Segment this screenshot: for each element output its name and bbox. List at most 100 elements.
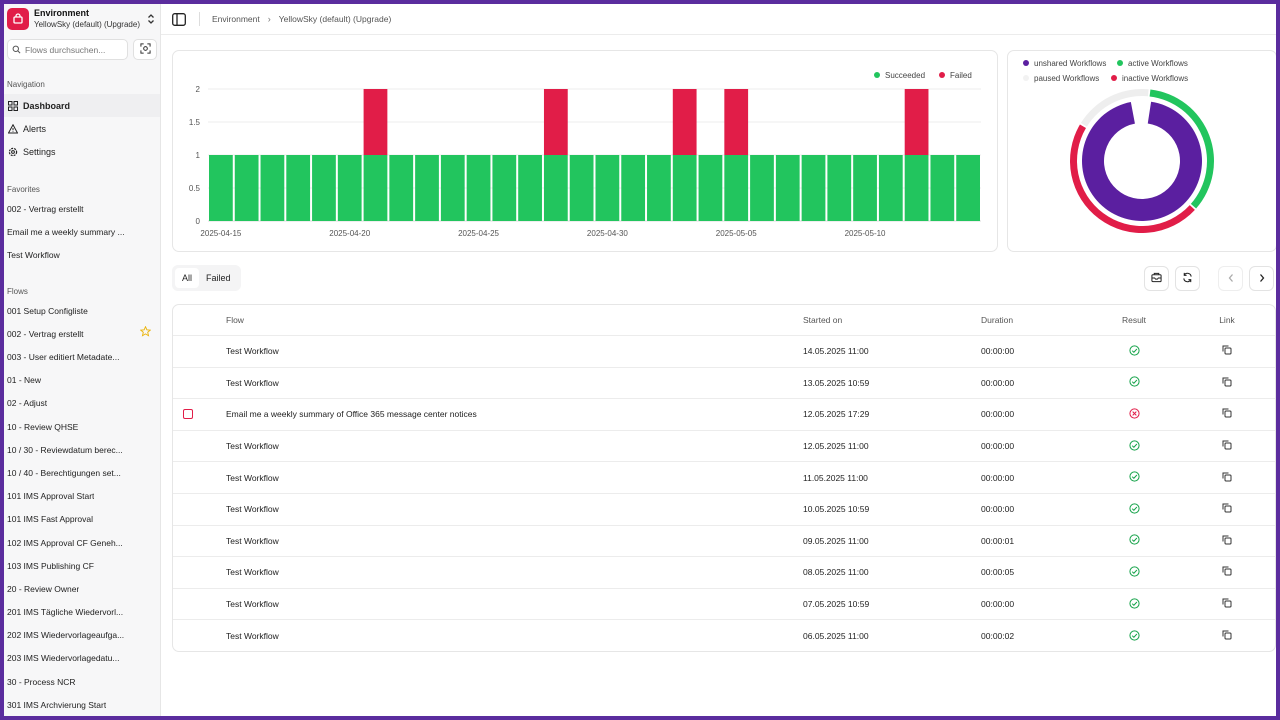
row-duration: 00:00:00 <box>981 472 1015 483</box>
flow-item[interactable]: 201 IMS Tägliche Wiedervorl... <box>4 601 160 624</box>
scan-button[interactable] <box>133 39 157 60</box>
copy-link-icon[interactable] <box>1215 345 1239 357</box>
bar-failed <box>672 89 697 155</box>
refresh-button[interactable] <box>1175 266 1200 291</box>
flow-item[interactable]: 10 - Review QHSE <box>4 416 160 439</box>
copy-link-icon[interactable] <box>1215 630 1239 642</box>
breadcrumb-root[interactable]: Environment <box>212 14 260 24</box>
x-tick-label: 2025-04-30 <box>587 229 628 238</box>
copy-link-icon[interactable] <box>1215 535 1239 547</box>
row-flow-name[interactable]: Test Workflow <box>226 567 279 577</box>
bar-failed <box>904 89 929 155</box>
nav-item-settings[interactable]: Settings <box>4 140 160 163</box>
column-header-duration[interactable]: Duration <box>981 315 1013 325</box>
copy-link-icon[interactable] <box>1215 566 1239 578</box>
row-started-on: 10.05.2025 10:59 <box>803 504 870 515</box>
flow-item[interactable]: 001 Setup Configliste <box>4 300 160 323</box>
workflow-donut-chart-card: unshared Workflows active Workflows paused… <box>1007 50 1276 252</box>
flow-item[interactable]: 202 IMS Wiedervorlageaufga... <box>4 624 160 647</box>
table-row[interactable]: Test Workflow 12.05.2025 11:00 00:00:00 <box>173 431 1275 463</box>
inbox-button[interactable] <box>1144 266 1169 291</box>
copy-link-icon[interactable] <box>1215 408 1239 420</box>
topbar: Environment › YellowSky (default) (Upgra… <box>161 4 1276 35</box>
favorite-item[interactable]: 002 - Vertrag erstellt <box>4 198 160 221</box>
search-input[interactable] <box>25 44 120 55</box>
table-row[interactable]: Test Workflow 11.05.2025 11:00 00:00:00 <box>173 462 1275 494</box>
divider <box>199 12 200 26</box>
flow-item[interactable]: 02 - Adjust <box>4 392 160 415</box>
favorite-item[interactable]: Test Workflow <box>4 244 160 267</box>
search-field[interactable] <box>7 39 128 60</box>
tab-all[interactable]: All <box>175 268 200 288</box>
row-duration: 00:00:00 <box>981 441 1015 452</box>
row-flow-name[interactable]: Test Workflow <box>226 599 279 609</box>
x-tick-label: 2025-05-05 <box>716 229 757 238</box>
flow-item[interactable]: 103 IMS Publishing CF <box>4 555 160 578</box>
next-page-button[interactable] <box>1249 266 1274 291</box>
nav-item-label: Dashboard <box>23 100 71 111</box>
bar-succeeded <box>698 155 723 221</box>
workflow-donut-chart: unshared Workflows active Workflows paused… <box>1023 59 1214 234</box>
sidebar-toggle-icon[interactable] <box>171 11 187 27</box>
row-flow-name[interactable]: Test Workflow <box>226 536 279 546</box>
flow-item[interactable]: 003 - User editiert Metadate... <box>4 346 160 369</box>
bar-succeeded <box>260 155 285 221</box>
dashboard-icon <box>7 100 19 112</box>
column-header-flow[interactable]: Flow <box>226 315 244 325</box>
favorite-item[interactable]: Email me a weekly summary ... <box>4 221 160 244</box>
flow-item[interactable]: 30 - Process NCR <box>4 671 160 694</box>
x-tick-label: 2025-05-10 <box>845 229 886 238</box>
row-flow-name[interactable]: Test Workflow <box>226 631 279 641</box>
row-flow-name[interactable]: Test Workflow <box>226 378 279 388</box>
flow-item[interactable]: 101 IMS Approval Start <box>4 485 160 508</box>
row-checkbox[interactable] <box>183 409 195 420</box>
y-tick-label: 2 <box>196 85 201 94</box>
row-flow-name[interactable]: Test Workflow <box>226 504 279 514</box>
nav-item-alerts[interactable]: Alerts <box>4 117 160 140</box>
flow-item[interactable]: 01 - New <box>4 369 160 392</box>
flow-item[interactable]: 10 / 30 - Reviewdatum berec... <box>4 439 160 462</box>
runs-bar-chart: 0 0.5 1 1.5 2 2025-04-15 2025-04-20 2025-04-25 2… <box>189 71 981 238</box>
table-row[interactable]: Test Workflow 07.05.2025 10:59 00:00:00 <box>173 589 1275 621</box>
legend-inactive-label: inactive Workflows <box>1122 74 1188 83</box>
row-flow-name[interactable]: Email me a weekly summary of Office 365 … <box>226 409 477 419</box>
star-icon[interactable] <box>139 323 152 346</box>
table-row[interactable]: Test Workflow 14.05.2025 11:00 00:00:00 <box>173 336 1275 368</box>
nav-item-dashboard[interactable]: Dashboard <box>4 94 160 117</box>
flow-item[interactable]: 301 IMS Archvierung Start <box>4 694 160 716</box>
table-row[interactable]: Test Workflow 13.05.2025 10:59 00:00:00 <box>173 368 1275 400</box>
chevron-up-down-icon[interactable] <box>146 12 156 26</box>
flow-item[interactable]: 002 - Vertrag erstellt <box>4 323 160 346</box>
flow-item[interactable]: 102 IMS Approval CF Geneh... <box>4 531 160 554</box>
column-header-result[interactable]: Result <box>1121 315 1147 325</box>
copy-link-icon[interactable] <box>1215 503 1239 515</box>
bar-succeeded <box>827 155 852 221</box>
row-flow-name[interactable]: Test Workflow <box>226 441 279 451</box>
flow-item[interactable]: 203 IMS Wiedervorlagedatu... <box>4 647 160 670</box>
row-duration: 00:00:00 <box>981 409 1015 420</box>
table-row[interactable]: Test Workflow 09.05.2025 11:00 00:00:01 <box>173 526 1275 558</box>
x-tick-label: 2025-04-20 <box>329 229 370 238</box>
flow-item[interactable]: 101 IMS Fast Approval <box>4 508 160 531</box>
row-flow-name[interactable]: Test Workflow <box>226 473 279 483</box>
table-row[interactable]: Test Workflow 06.05.2025 11:00 00:00:02 <box>173 620 1275 652</box>
table-row[interactable]: Email me a weekly summary of Office 365 … <box>173 399 1275 431</box>
legend-active-label: active Workflows <box>1128 59 1188 68</box>
flow-item[interactable]: 10 / 40 - Berechtigungen set... <box>4 462 160 485</box>
tab-failed[interactable]: Failed <box>199 268 238 288</box>
previous-page-button[interactable] <box>1218 266 1243 291</box>
flow-item[interactable]: 20 - Review Owner <box>4 578 160 601</box>
table-row[interactable]: Test Workflow 08.05.2025 11:00 00:00:05 <box>173 557 1275 589</box>
row-duration: 00:00:05 <box>981 567 1015 578</box>
copy-link-icon[interactable] <box>1215 472 1239 484</box>
row-flow-name[interactable]: Test Workflow <box>226 346 279 356</box>
y-tick-label: 1.5 <box>189 118 201 127</box>
environment-switcher[interactable]: Environment YellowSky (default) (Upgrade… <box>4 4 160 30</box>
bar-succeeded <box>337 155 362 221</box>
legend-label-succeeded: Succeeded <box>885 71 925 80</box>
column-header-started[interactable]: Started on <box>803 315 842 325</box>
copy-link-icon[interactable] <box>1215 598 1239 610</box>
copy-link-icon[interactable] <box>1215 440 1239 452</box>
copy-link-icon[interactable] <box>1215 377 1239 389</box>
table-row[interactable]: Test Workflow 10.05.2025 10:59 00:00:00 <box>173 494 1275 526</box>
